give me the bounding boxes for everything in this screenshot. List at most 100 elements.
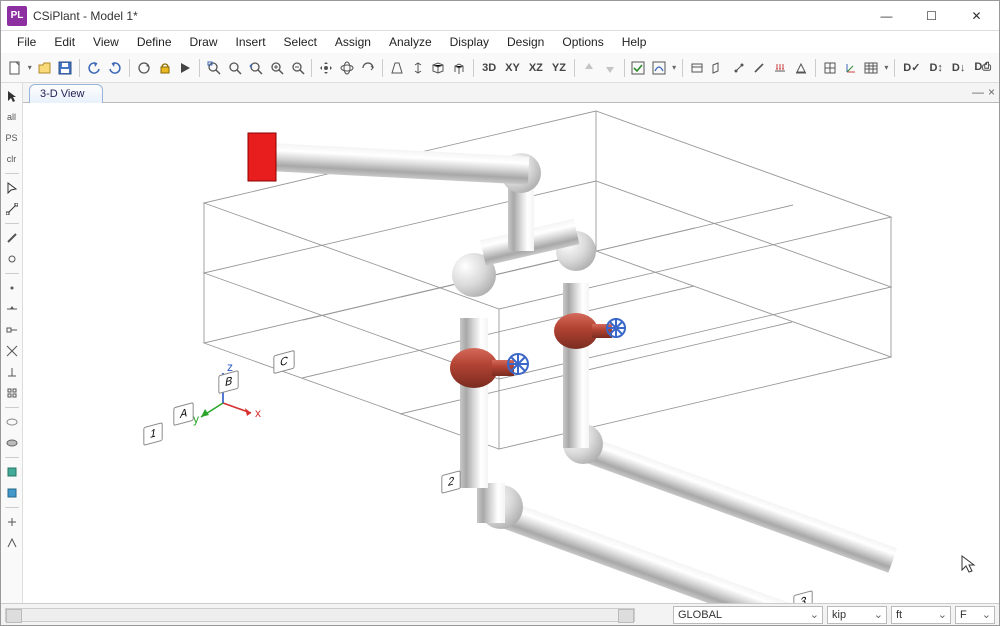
load-display-button[interactable] bbox=[770, 57, 790, 79]
frame-display-button[interactable] bbox=[750, 57, 770, 79]
refresh-button[interactable] bbox=[134, 57, 154, 79]
snap-perpendicular-button[interactable] bbox=[3, 363, 21, 381]
object-fill-button[interactable] bbox=[428, 57, 448, 79]
lock-button[interactable] bbox=[155, 57, 175, 79]
draw-pipe-button[interactable] bbox=[3, 229, 21, 247]
menu-assign[interactable]: Assign bbox=[327, 33, 379, 51]
menu-edit[interactable]: Edit bbox=[46, 33, 83, 51]
viewport-3d[interactable]: x y z bbox=[23, 103, 999, 603]
move-down-button[interactable] bbox=[600, 57, 620, 79]
main-toolbar: ▾ bbox=[1, 53, 999, 83]
undo-button[interactable] bbox=[84, 57, 104, 79]
coord-system-select[interactable]: GLOBAL bbox=[673, 606, 823, 624]
left-toolbar: all PS clr bbox=[1, 83, 23, 603]
view-3d-button[interactable]: 3D bbox=[478, 57, 500, 79]
zoom-in-button[interactable] bbox=[267, 57, 287, 79]
window-minimize-button[interactable]: — bbox=[864, 1, 909, 31]
table-dropdown[interactable]: ▾ bbox=[882, 63, 890, 72]
pointer-tool-button[interactable] bbox=[3, 87, 21, 105]
snap-grid-button[interactable] bbox=[3, 384, 21, 402]
previous-selection-button[interactable]: PS bbox=[3, 129, 21, 147]
tab-close-icon[interactable]: × bbox=[988, 85, 995, 99]
check-model-button[interactable] bbox=[629, 57, 649, 79]
app-icon: PL bbox=[7, 6, 27, 26]
section-cut-button[interactable] bbox=[708, 57, 728, 79]
tab-3d-view[interactable]: 3-D View bbox=[29, 84, 103, 103]
render-shaded-button[interactable] bbox=[3, 434, 21, 452]
orbit-button[interactable] bbox=[358, 57, 378, 79]
new-model-button[interactable] bbox=[5, 57, 25, 79]
design-combo-button[interactable]: D↕ bbox=[925, 57, 946, 79]
select-all-button[interactable]: all bbox=[3, 108, 21, 126]
tab-minimize-icon[interactable]: — bbox=[972, 85, 984, 99]
move-up-button[interactable] bbox=[579, 57, 599, 79]
shrink-button[interactable] bbox=[408, 57, 428, 79]
show-grid-button[interactable] bbox=[820, 57, 840, 79]
menu-options[interactable]: Options bbox=[554, 33, 611, 51]
app-window: PL CSiPlant - Model 1* — ☐ ✕ File Edit V… bbox=[0, 0, 1000, 626]
extrude-button[interactable] bbox=[449, 57, 469, 79]
length-unit-select[interactable]: ft bbox=[891, 606, 951, 624]
show-section-button[interactable] bbox=[3, 484, 21, 502]
app-name: CSiPlant bbox=[33, 9, 80, 23]
axis-y-label: y bbox=[193, 412, 199, 426]
draw-node-button[interactable] bbox=[3, 250, 21, 268]
save-button[interactable] bbox=[56, 57, 76, 79]
snap-end-button[interactable] bbox=[3, 321, 21, 339]
joint-display-button[interactable] bbox=[729, 57, 749, 79]
misc-tool-2-button[interactable] bbox=[3, 534, 21, 552]
design-check-button[interactable]: D✓ bbox=[899, 57, 924, 79]
viewport-wrap: 3-D View — × bbox=[23, 83, 999, 603]
menu-draw[interactable]: Draw bbox=[182, 33, 226, 51]
body-row: all PS clr bbox=[1, 83, 999, 603]
menu-view[interactable]: View bbox=[85, 33, 127, 51]
window-title: CSiPlant - Model 1* bbox=[33, 9, 864, 23]
menu-select[interactable]: Select bbox=[276, 33, 325, 51]
rotate-3d-button[interactable] bbox=[337, 57, 357, 79]
view-xz-button[interactable]: XZ bbox=[525, 57, 547, 79]
temp-unit-select[interactable]: F bbox=[955, 606, 995, 624]
support-display-button[interactable] bbox=[791, 57, 811, 79]
show-deformed-button[interactable] bbox=[649, 57, 669, 79]
run-analysis-button[interactable] bbox=[176, 57, 196, 79]
design-detail-button[interactable]: D↓ bbox=[948, 57, 969, 79]
force-unit-select[interactable]: kip bbox=[827, 606, 887, 624]
menu-design[interactable]: Design bbox=[499, 33, 552, 51]
open-button[interactable] bbox=[35, 57, 55, 79]
menu-display[interactable]: Display bbox=[442, 33, 497, 51]
snap-point-button[interactable] bbox=[3, 279, 21, 297]
design-report-button[interactable]: D⎙ bbox=[970, 57, 995, 79]
render-wire-button[interactable] bbox=[3, 413, 21, 431]
snap-intersection-button[interactable] bbox=[3, 342, 21, 360]
reshape-tool-button[interactable] bbox=[3, 200, 21, 218]
show-deformed-dropdown[interactable]: ▾ bbox=[670, 63, 678, 72]
table-button[interactable] bbox=[862, 57, 882, 79]
pan-button[interactable] bbox=[316, 57, 336, 79]
select-pointer-button[interactable] bbox=[3, 179, 21, 197]
menu-define[interactable]: Define bbox=[129, 33, 180, 51]
menu-analyze[interactable]: Analyze bbox=[381, 33, 440, 51]
snap-midpoint-button[interactable] bbox=[3, 300, 21, 318]
zoom-out-button[interactable] bbox=[288, 57, 308, 79]
axis-x-label: x bbox=[255, 406, 261, 420]
misc-tool-1-button[interactable] bbox=[3, 513, 21, 531]
show-axes-button[interactable] bbox=[841, 57, 861, 79]
view-xy-button[interactable]: XY bbox=[501, 57, 524, 79]
zoom-extents-button[interactable] bbox=[225, 57, 245, 79]
show-frame-button[interactable] bbox=[3, 463, 21, 481]
zoom-window-button[interactable] bbox=[204, 57, 224, 79]
window-close-button[interactable]: ✕ bbox=[954, 1, 999, 31]
menu-file[interactable]: File bbox=[9, 33, 44, 51]
menubar: File Edit View Define Draw Insert Select… bbox=[1, 31, 999, 53]
perspective-button[interactable] bbox=[387, 57, 407, 79]
window-maximize-button[interactable]: ☐ bbox=[909, 1, 954, 31]
redo-button[interactable] bbox=[105, 57, 125, 79]
horizontal-scrollbar[interactable] bbox=[5, 608, 635, 622]
menu-help[interactable]: Help bbox=[614, 33, 655, 51]
named-view-button[interactable] bbox=[687, 57, 707, 79]
view-yz-button[interactable]: YZ bbox=[548, 57, 570, 79]
menu-insert[interactable]: Insert bbox=[228, 33, 274, 51]
zoom-previous-button[interactable] bbox=[246, 57, 266, 79]
new-model-dropdown[interactable]: ▾ bbox=[26, 63, 34, 72]
clear-selection-button[interactable]: clr bbox=[3, 150, 21, 168]
